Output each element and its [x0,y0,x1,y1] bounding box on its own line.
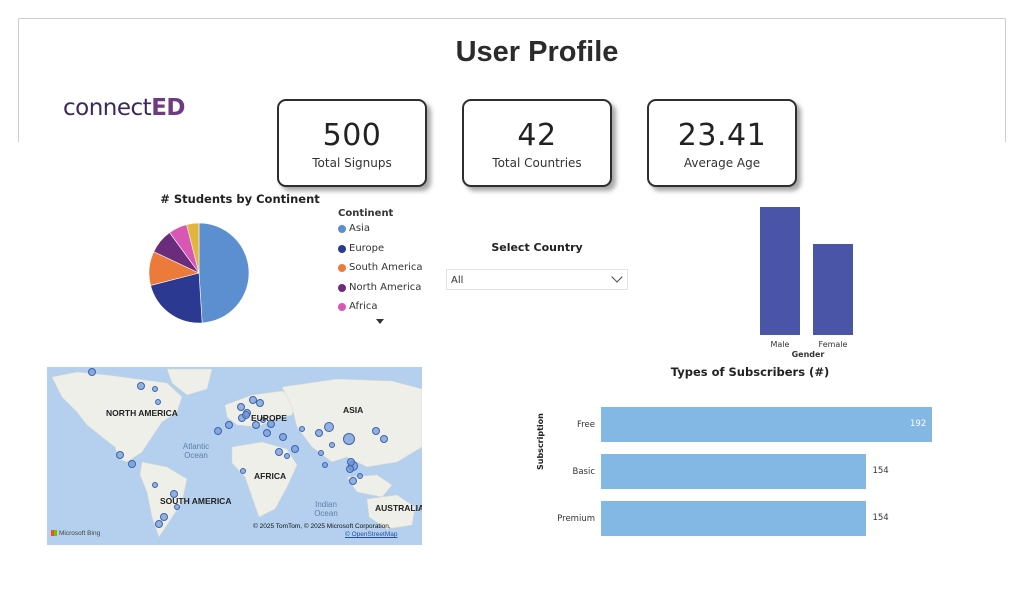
map-bubble[interactable] [324,422,334,432]
map-bubble[interactable] [343,433,355,445]
map-bubble[interactable] [137,382,145,390]
kpi-value: 23.41 [677,118,767,153]
gender-bar-male[interactable] [760,207,800,335]
subscriber-tick-label: Basic [572,467,595,477]
subscriber-tick-label: Free [576,420,595,430]
legend-dot [338,225,346,233]
map-bubble[interactable] [284,453,290,459]
map-bubble[interactable] [88,368,96,376]
student-world-map[interactable]: NORTH AMERICA EUROPE ASIA AFRICA SOUTH A… [47,367,422,545]
kpi-label: Average Age [683,156,761,170]
frame-top-border [18,18,1006,19]
map-bubble[interactable] [225,421,233,429]
map-bubble[interactable] [155,520,163,528]
map-label-indian: Indian Ocean [314,500,338,518]
kpi-label: Total Countries [492,156,582,170]
continent-chart-title: # Students by Continent [160,192,320,206]
kpi-card-average-age[interactable]: 23.41 Average Age [647,99,797,187]
map-bubble[interactable] [256,399,264,407]
map-bubble[interactable] [240,468,246,474]
map-bubble[interactable] [116,451,124,459]
subscribers-chart-title: Types of Subscribers (#) [670,365,830,379]
gender-axis-label: Gender [791,350,825,359]
bing-logo: Microsoft Bing [51,530,100,537]
map-label-europe: EUROPE [251,413,287,423]
kpi-card-signups[interactable]: 500 Total Signups [277,99,427,187]
kpi-label: Total Signups [312,156,392,170]
map-bubble[interactable] [315,429,323,437]
country-filter-title: Select Country [491,241,583,254]
continent-legend[interactable]: Continent Asia Europe South America Nort… [338,208,423,324]
map-bubble[interactable] [347,458,355,466]
map-bubble[interactable] [242,411,250,419]
map-bubble[interactable] [299,426,305,432]
map-bubble[interactable] [128,460,136,468]
page-title: User Profile [455,36,619,68]
kpi-card-countries[interactable]: 42 Total Countries [462,99,612,187]
map-label-atlantic: Atlantic Ocean [182,442,210,460]
subscriber-bar-premium[interactable] [601,501,867,536]
map-bubble[interactable] [346,465,354,473]
map-attribution: © 2025 TomTom, © 2025 Microsoft Corporat… [253,523,391,530]
kpi-value: 500 [322,118,382,153]
map-bubble[interactable] [152,386,158,392]
gender-bar-female[interactable] [813,243,853,335]
country-select-value: All [451,275,464,286]
openstreetmap-link[interactable]: © OpenStreetMap [345,531,397,538]
map-label-australia: AUSTRALIA [375,503,422,513]
kpi-value: 42 [517,118,557,153]
subscriber-data-label: 192 [910,419,927,429]
subscriber-bar-basic[interactable] [601,454,867,489]
bing-icon [51,530,57,536]
subscriber-data-label: 154 [872,513,889,523]
map-bubble[interactable] [322,462,328,468]
gender-tick-label: Male [770,340,790,349]
gender-tick-label: Female [818,340,848,349]
legend-dot [338,264,346,272]
connected-logo: connectED [63,95,185,121]
subscriber-bar-free[interactable] [601,407,932,442]
map-bubble[interactable] [372,427,380,435]
legend-dot [338,244,346,253]
map-bubble[interactable] [380,435,388,443]
map-label-africa: AFRICA [254,471,287,481]
continent-pie-chart[interactable] [146,220,252,326]
legend-item-asia[interactable]: Asia [338,223,423,243]
legend-more-arrow-icon[interactable] [376,318,384,324]
map-bubble[interactable] [152,482,158,488]
world-landmass [51,368,422,538]
map-label-south-america: SOUTH AMERICA [160,496,232,506]
legend-item-europe[interactable]: Europe [338,243,423,263]
pie-slice-asia[interactable] [198,222,250,324]
country-select[interactable]: All [446,269,628,290]
map-bubble[interactable] [275,448,283,456]
map-bubble[interactable] [279,433,287,441]
map-bubble[interactable] [329,442,335,448]
legend-dot [338,303,346,311]
gender-bar-chart[interactable]: Male Female Gender [740,200,880,365]
legend-item-south-america[interactable]: South America [338,262,423,282]
chevron-down-icon[interactable] [611,271,623,283]
map-label-asia: ASIA [343,405,364,415]
legend-item-north-america[interactable]: North America [338,282,423,302]
map-bubble[interactable] [155,399,161,405]
map-label-north-america: NORTH AMERICA [106,408,178,418]
map-bubble[interactable] [263,429,271,437]
subscriber-tick-label: Premium [557,514,595,524]
map-bubble[interactable] [357,473,363,479]
map-bubble[interactable] [237,403,245,411]
subscriber-data-label: 154 [872,466,889,476]
legend-dot [338,283,346,292]
map-bubble[interactable] [214,427,222,435]
map-bubble[interactable] [349,477,357,485]
map-bubble[interactable] [318,450,324,456]
legend-title: Continent [338,208,394,219]
map-bubble[interactable] [291,445,299,453]
